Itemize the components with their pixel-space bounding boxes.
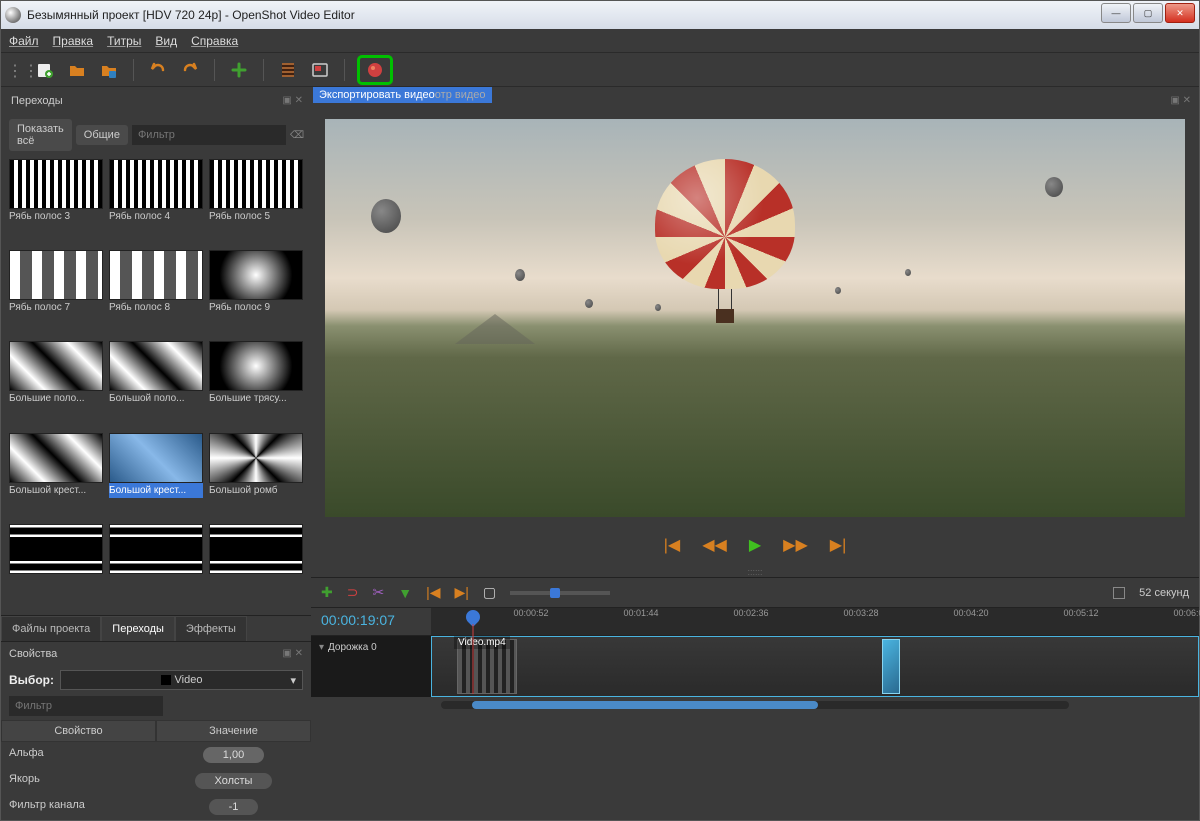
timeline-ticks[interactable]: 00:00:52 00:01:44 00:02:36 00:03:28 00:0… xyxy=(431,608,1199,635)
transition-item[interactable]: Большой ромб xyxy=(209,433,303,520)
forward-button[interactable]: ▶▶ xyxy=(783,535,808,555)
play-button[interactable]: ▶ xyxy=(749,535,761,555)
playhead-line xyxy=(473,624,474,694)
add-track-button[interactable]: ✚ xyxy=(321,584,333,601)
properties-header: Свойства ▣ ✕ xyxy=(1,642,311,666)
transitions-panel-header: Переходы Экспортировать видеоотр видео ▣… xyxy=(1,87,311,115)
tab-effects[interactable]: Эффекты xyxy=(175,616,247,641)
play-controls: |◀ ◀◀ ▶ ▶▶ ▶| xyxy=(311,523,1199,567)
seconds-label: 52 секунд xyxy=(1139,587,1189,599)
profile-button[interactable] xyxy=(276,58,300,82)
current-time: 00:00:19:07 xyxy=(311,608,431,635)
tab-transitions[interactable]: Переходы xyxy=(101,616,175,641)
transition-item[interactable]: Большой крест... xyxy=(109,433,203,520)
property-row[interactable]: Фильтр канала -1 xyxy=(1,794,311,820)
center-button[interactable]: ▢ xyxy=(483,584,496,601)
zoom-slider[interactable] xyxy=(510,591,610,595)
choice-dropdown[interactable]: Video xyxy=(60,670,303,690)
common-button[interactable]: Общие xyxy=(76,125,128,145)
transition-item[interactable] xyxy=(109,524,203,611)
razor-button[interactable]: ✂ xyxy=(372,584,384,601)
timeline-tracks: Дорожка 0 Video.mp4 xyxy=(311,635,1199,697)
marker-button[interactable]: ▼ xyxy=(398,585,412,601)
fullscreen-button[interactable] xyxy=(308,58,332,82)
save-project-button[interactable] xyxy=(97,58,121,82)
close-button[interactable]: ✕ xyxy=(1165,3,1195,23)
menu-edit[interactable]: Правка xyxy=(53,34,94,48)
snap-button[interactable]: ⊃ xyxy=(347,584,359,601)
grip-icon: ⋮⋮ xyxy=(7,61,25,79)
choice-label: Выбор: xyxy=(9,673,54,687)
redo-button[interactable] xyxy=(178,58,202,82)
menu-help[interactable]: Справка xyxy=(191,34,238,48)
transition-item[interactable]: Рябь полос 9 xyxy=(209,250,303,337)
timeline-scrollbar[interactable] xyxy=(311,697,1199,713)
export-tooltip: Экспортировать видеоотр видео xyxy=(313,87,492,103)
transition-item[interactable]: Рябь полос 4 xyxy=(109,159,203,246)
show-all-button[interactable]: Показать всё xyxy=(9,119,72,151)
undo-button[interactable] xyxy=(146,58,170,82)
transition-clip[interactable] xyxy=(882,639,900,694)
maximize-button[interactable]: ▢ xyxy=(1133,3,1163,23)
checkbox-icon[interactable] xyxy=(1113,587,1125,599)
import-files-button[interactable] xyxy=(227,58,251,82)
col-value[interactable]: Значение xyxy=(156,720,311,742)
dock-icons[interactable]: ▣ ✕ xyxy=(282,95,303,106)
transition-item[interactable]: Большие трясу... xyxy=(209,341,303,428)
tab-project-files[interactable]: Файлы проекта xyxy=(1,616,101,641)
clip-label: Video.mp4 xyxy=(454,636,510,649)
window-title: Безымянный проект [HDV 720 24p] - OpenSh… xyxy=(27,8,1195,22)
transition-item[interactable]: Большой крест... xyxy=(9,433,103,520)
menu-titles[interactable]: Титры xyxy=(107,34,141,48)
transition-item[interactable] xyxy=(209,524,303,611)
transitions-panel-title: Переходы xyxy=(11,95,63,107)
prev-marker-button[interactable]: |◀ xyxy=(426,584,440,601)
open-project-button[interactable] xyxy=(65,58,89,82)
col-name[interactable]: Свойство xyxy=(1,720,156,742)
video-preview[interactable] xyxy=(325,119,1185,517)
jump-start-button[interactable]: |◀ xyxy=(664,535,680,555)
panel-grip[interactable]: :::::: xyxy=(311,567,1199,577)
main-toolbar: ⋮⋮ xyxy=(1,53,1199,87)
property-row[interactable]: Альфа 1,00 xyxy=(1,742,311,768)
transition-item[interactable]: Рябь полос 5 xyxy=(209,159,303,246)
dock-icons[interactable]: ▣ ✕ xyxy=(1170,95,1191,106)
clear-filter-icon[interactable]: ⌫ xyxy=(290,130,304,141)
timeline-ruler[interactable]: 00:00:19:07 00:00:52 00:01:44 00:02:36 0… xyxy=(311,607,1199,635)
transition-item[interactable]: Рябь полос 8 xyxy=(109,250,203,337)
minimize-button[interactable]: — xyxy=(1101,3,1131,23)
transitions-grid: Рябь полос 3 Рябь полос 4 Рябь полос 5 Р… xyxy=(1,155,311,615)
track-label[interactable]: Дорожка 0 xyxy=(311,636,431,697)
transitions-filter-input[interactable] xyxy=(132,125,286,145)
dock-icons[interactable]: ▣ ✕ xyxy=(282,648,303,659)
transition-item[interactable] xyxy=(9,524,103,611)
timeline-toolbar: ✚ ⊃ ✂ ▼ |◀ ▶| ▢ 52 секунд xyxy=(311,577,1199,607)
transition-item[interactable]: Большие поло... xyxy=(9,341,103,428)
titlebar: Безымянный проект [HDV 720 24p] - OpenSh… xyxy=(1,1,1199,29)
export-video-button[interactable] xyxy=(357,55,393,85)
menubar: Файл Правка Титры Вид Справка xyxy=(1,29,1199,53)
properties-filter-input[interactable] xyxy=(9,696,163,716)
next-marker-button[interactable]: ▶| xyxy=(454,584,468,601)
track-body[interactable]: Video.mp4 xyxy=(431,636,1199,697)
menu-view[interactable]: Вид xyxy=(155,34,177,48)
menu-file[interactable]: Файл xyxy=(9,34,39,48)
transition-item[interactable]: Рябь полос 7 xyxy=(9,250,103,337)
transition-item[interactable]: Большой поло... xyxy=(109,341,203,428)
property-row[interactable]: Якорь Холсты xyxy=(1,768,311,794)
app-icon xyxy=(5,7,21,23)
rewind-button[interactable]: ◀◀ xyxy=(702,535,727,555)
transition-item[interactable]: Рябь полос 3 xyxy=(9,159,103,246)
jump-end-button[interactable]: ▶| xyxy=(830,535,846,555)
new-project-button[interactable] xyxy=(33,58,57,82)
